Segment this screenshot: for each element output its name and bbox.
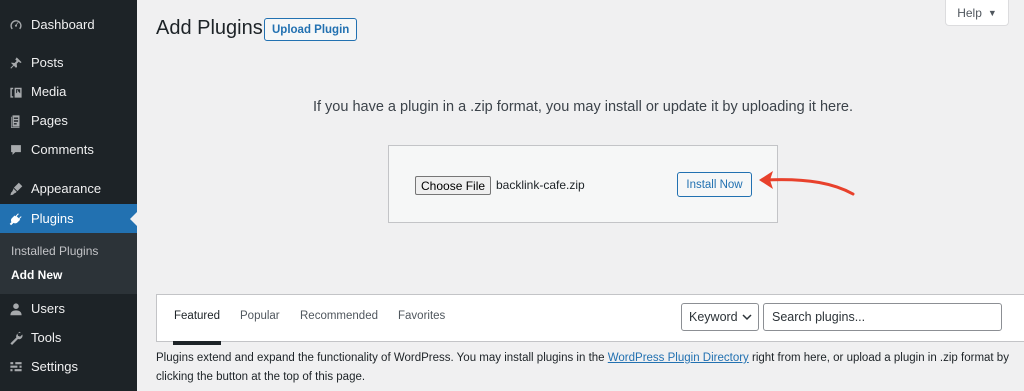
menu-item-plugins[interactable]: Plugins [0,204,137,233]
media-icon [9,85,23,99]
menu-label: Posts [31,55,64,70]
wrench-icon [9,331,23,345]
plugin-directory-link[interactable]: WordPress Plugin Directory [608,352,749,364]
pin-icon [9,56,23,70]
user-icon [9,302,23,316]
menu-item-appearance[interactable]: Appearance [0,174,137,203]
annotation-arrow-icon [759,171,855,196]
plugin-filter-bar: Featured Popular Recommended Favorites K… [156,294,1024,345]
brush-icon [9,182,23,196]
page-icon [9,114,23,128]
tab-favorites[interactable]: Favorites [398,310,445,322]
menu-label: Appearance [31,181,102,196]
menu-label: Media [31,84,67,99]
search-plugins-input[interactable] [763,303,1002,331]
upload-plugin-button[interactable]: Upload Plugin [264,18,358,41]
tab-featured[interactable]: Featured [172,310,222,345]
plugin-icon [9,212,23,226]
help-button[interactable]: Help ▼ [945,0,1009,26]
chevron-down-icon [742,314,752,321]
menu-item-posts[interactable]: Posts [0,48,137,77]
submenu-installed-plugins[interactable]: Installed Plugins [11,244,98,258]
menu-item-users[interactable]: Users [0,294,137,323]
help-label: Help [957,5,982,20]
install-now-button[interactable]: Install Now [677,172,752,197]
description-text-start: Plugins extend and expand the functional… [156,352,608,364]
dashboard-icon [9,18,23,32]
menu-label: Users [31,301,65,316]
caret-down-icon: ▼ [987,7,997,18]
plugins-description: Plugins extend and expand the functional… [156,349,1016,387]
menu-item-comments[interactable]: Comments [0,135,137,164]
menu-label: Tools [31,330,62,345]
settings-icon [9,360,23,374]
menu-item-dashboard[interactable]: Dashboard [0,10,137,39]
menu-item-settings[interactable]: Settings [0,352,137,381]
admin-sidebar: Dashboard Posts Media Pages Comments App… [0,0,137,391]
menu-item-tools[interactable]: Tools [0,323,137,352]
search-type-select[interactable]: Keyword [681,303,759,331]
choose-file-button[interactable]: Choose File [415,176,492,195]
upload-instructions: If you have a plugin in a .zip format, y… [312,99,854,115]
page-title: Add Plugins [156,17,263,39]
menu-label: Dashboard [31,17,95,32]
menu-label: Settings [31,359,78,374]
tab-recommended[interactable]: Recommended [300,310,378,322]
selected-file-name: backlink-cafe.zip [496,178,585,192]
submenu-add-new[interactable]: Add New [11,268,62,282]
comment-icon [9,143,23,157]
menu-label: Plugins [31,211,74,226]
upload-form: Choose File backlink-cafe.zip Install No… [388,145,778,223]
search-type-value: Keyword [689,310,738,324]
tab-popular[interactable]: Popular [240,310,280,322]
plugins-submenu: Installed Plugins Add New [0,233,137,294]
menu-label: Comments [31,142,94,157]
menu-label: Pages [31,113,68,128]
